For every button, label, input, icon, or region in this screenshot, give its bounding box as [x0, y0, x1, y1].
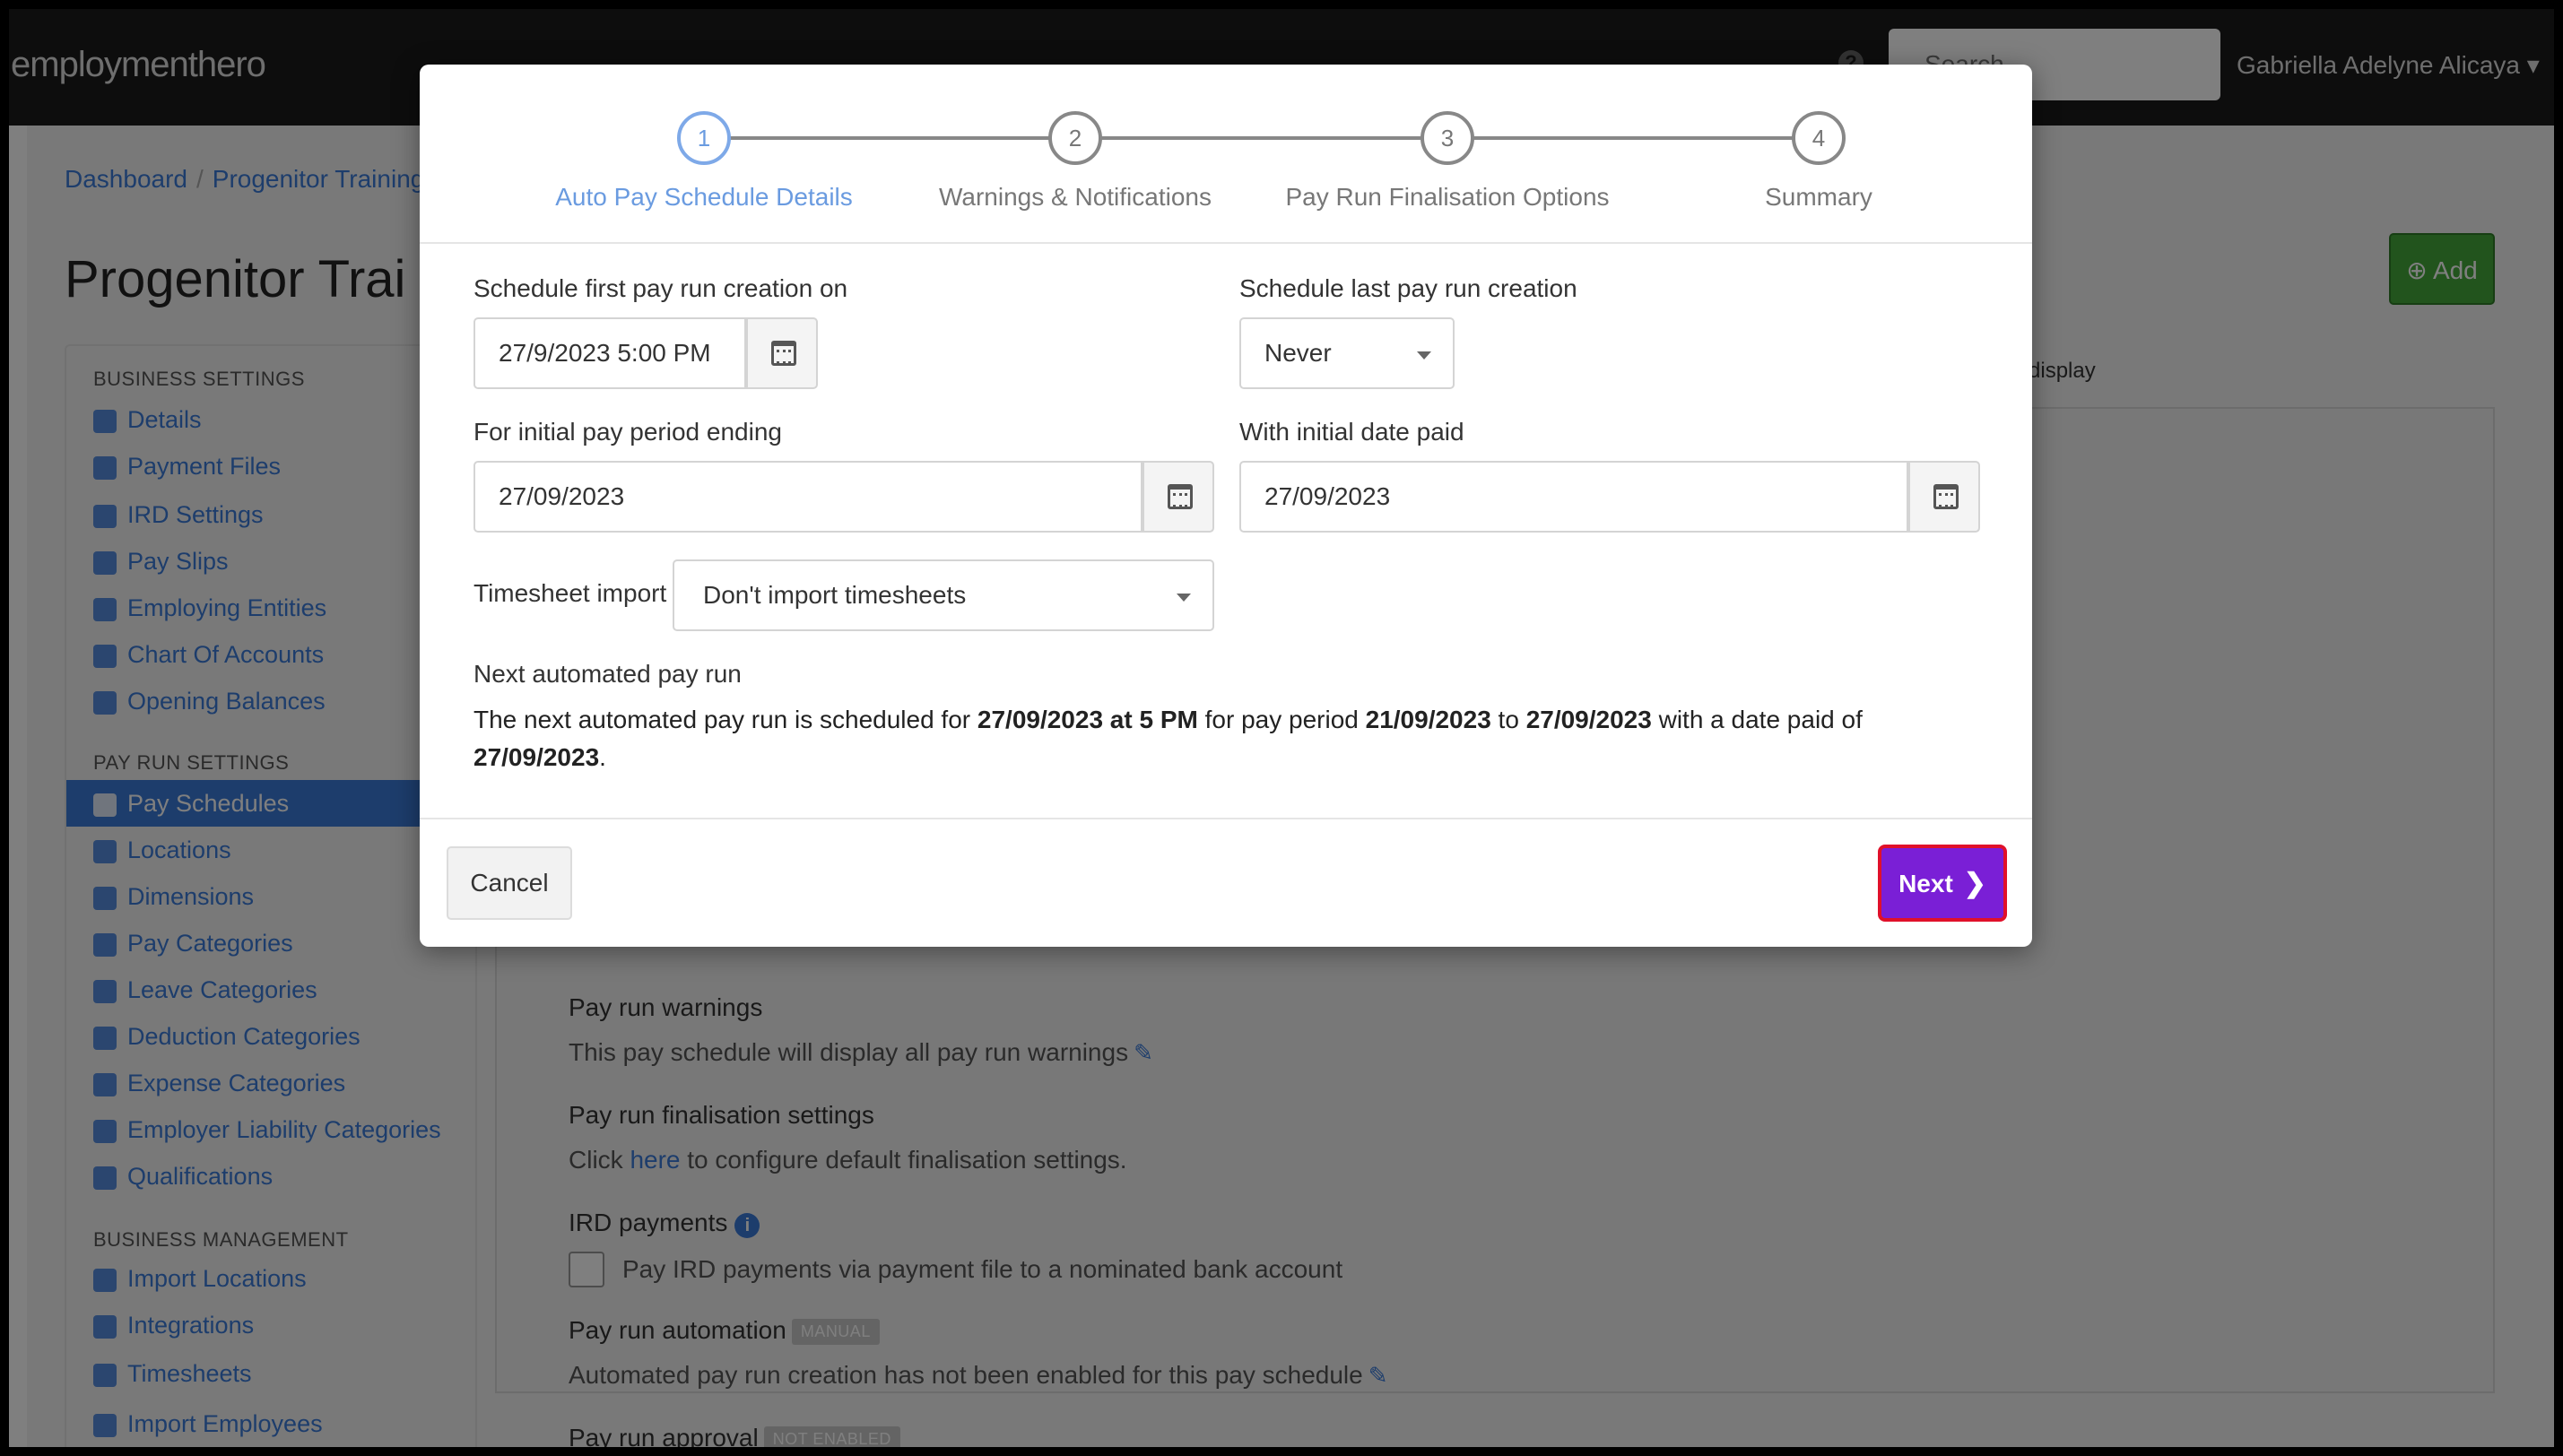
next-run-text: for pay period	[1197, 706, 1366, 733]
last-creation-select[interactable]: Never	[1239, 317, 1455, 389]
next-button-label: Next	[1898, 869, 1953, 897]
step-connector	[704, 136, 1821, 140]
wizard-steps: 1 2 3 4 Auto Pay Schedule Details Warnin…	[420, 65, 2032, 244]
last-creation-value: Never	[1264, 339, 1332, 367]
next-run-text: .	[599, 743, 606, 771]
timesheet-select[interactable]: Don't import timesheets	[673, 559, 1214, 631]
calendar-icon	[1933, 484, 1959, 509]
step-1-label: Auto Pay Schedule Details	[555, 183, 853, 211]
initial-period-calendar-button[interactable]	[1142, 461, 1214, 533]
chevron-down-icon	[1417, 351, 1431, 360]
step-4-circle: 4	[1792, 111, 1846, 165]
next-run-title: Next automated pay run	[474, 660, 742, 688]
next-run-text: with a date paid of	[1651, 706, 1863, 733]
initial-paid-label: With initial date paid	[1239, 418, 1464, 446]
step-2-circle: 2	[1048, 111, 1102, 165]
step-3-label: Pay Run Finalisation Options	[1285, 183, 1610, 211]
timesheet-value: Don't import timesheets	[703, 581, 967, 609]
step-4-label: Summary	[1765, 183, 1872, 211]
calendar-icon	[771, 341, 796, 366]
auto-pay-schedule-modal: 1 2 3 4 Auto Pay Schedule Details Warnin…	[420, 65, 2032, 947]
next-run-description: The next automated pay run is scheduled …	[474, 701, 1980, 776]
first-creation-input[interactable]: 27/9/2023 5:00 PM	[474, 317, 746, 389]
step-1-circle: 1	[677, 111, 731, 165]
initial-period-input[interactable]: 27/09/2023	[474, 461, 1142, 533]
timesheet-label: Timesheet import	[474, 579, 667, 607]
pay-period-end: 27/09/2023	[1525, 706, 1652, 733]
initial-period-label: For initial pay period ending	[474, 418, 782, 446]
calendar-icon	[1168, 484, 1193, 509]
first-creation-label: Schedule first pay run creation on	[474, 274, 848, 302]
initial-paid-calendar-button[interactable]	[1908, 461, 1980, 533]
next-button[interactable]: Next ❯	[1878, 845, 2007, 922]
first-creation-calendar-button[interactable]	[746, 317, 818, 389]
next-run-text: The next automated pay run is scheduled …	[474, 706, 977, 733]
step-3-circle: 3	[1421, 111, 1474, 165]
step-2-label: Warnings & Notifications	[939, 183, 1212, 211]
chevron-down-icon	[1177, 594, 1191, 602]
last-creation-label: Schedule last pay run creation	[1239, 274, 1577, 302]
cancel-button[interactable]: Cancel	[447, 846, 572, 920]
next-run-datetime: 27/09/2023 at 5 PM	[977, 706, 1198, 733]
date-paid: 27/09/2023	[474, 743, 600, 771]
modal-footer: Cancel Next ❯	[420, 818, 2032, 947]
chevron-right-icon: ❯	[1963, 868, 1986, 898]
initial-paid-input[interactable]: 27/09/2023	[1239, 461, 1908, 533]
pay-period-start: 21/09/2023	[1365, 706, 1491, 733]
next-run-text: to	[1490, 706, 1526, 733]
